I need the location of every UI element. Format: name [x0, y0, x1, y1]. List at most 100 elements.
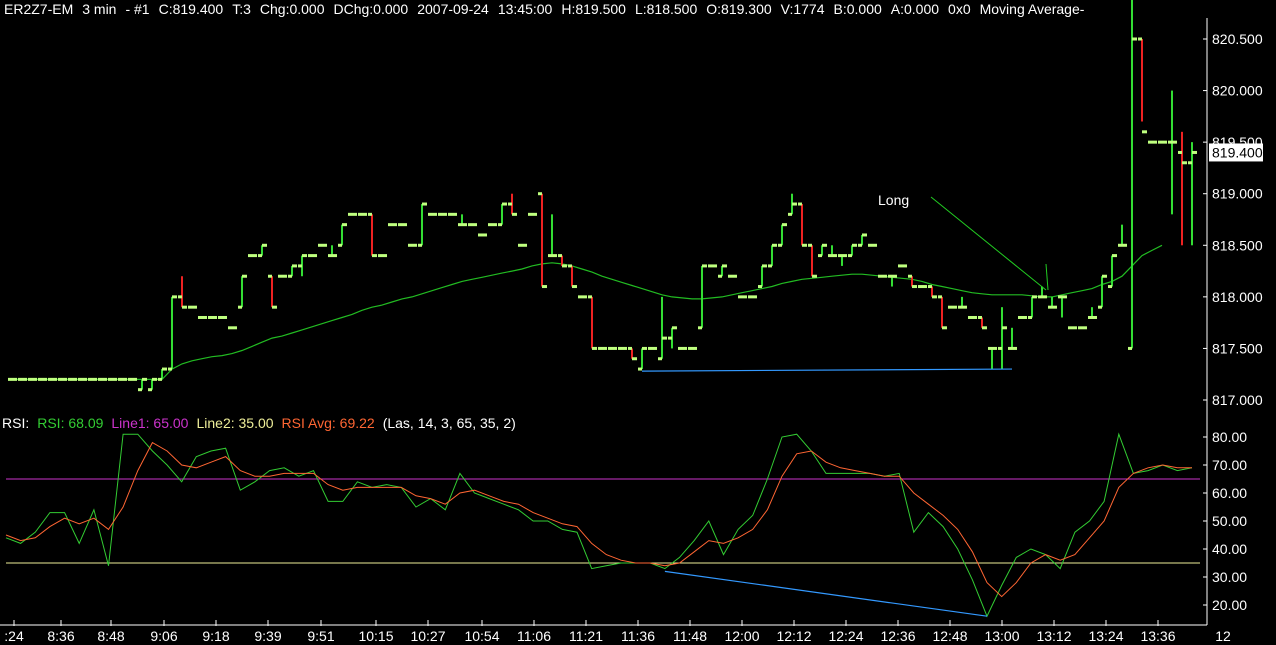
chart-canvas: 820.500820.000819.500819.000818.500818.0…	[0, 0, 1263, 644]
price-bar-close	[1022, 315, 1027, 319]
price-bar-open	[218, 315, 222, 319]
rsi-panel: 80.00 70.00 60.00 50.00 40.00 30.00 20.00	[5, 429, 1247, 618]
close-value: C:819.400	[158, 1, 224, 17]
price-bar-close	[882, 274, 887, 278]
price-bar-close	[1002, 326, 1007, 330]
rsi-tick-label: 70.00	[1212, 457, 1247, 473]
price-bar-open	[838, 254, 842, 258]
price-bar-close	[312, 254, 317, 258]
price-bar-close	[662, 336, 667, 340]
time-value: 13:45:00	[497, 1, 553, 17]
price-bar-open	[368, 212, 372, 216]
moving-average-line	[12, 244, 1163, 380]
price-bar-open	[328, 254, 332, 258]
open-value: O:819.300	[706, 1, 772, 17]
date-value: 2007-09-24	[417, 1, 489, 17]
price-bar-close	[722, 264, 727, 268]
price-bar-close	[762, 264, 767, 268]
price-bar-close	[782, 223, 787, 227]
price-bar-open	[858, 243, 862, 247]
time-tick-label: 10:15	[358, 628, 393, 644]
price-bar-close	[452, 212, 457, 216]
price-bar-close	[682, 346, 687, 350]
price-tick-label: 820.000	[1212, 83, 1263, 99]
price-bar-open	[1188, 161, 1192, 165]
price-bar-close	[32, 377, 37, 381]
price-bar-close	[972, 315, 977, 319]
price-bar-close	[1112, 254, 1117, 258]
time-tick-label: 13:00	[984, 628, 1019, 644]
price-bar-open	[258, 254, 262, 258]
price-bar-open	[1158, 140, 1162, 144]
price-bar-close	[212, 315, 217, 319]
price-bar-close	[522, 243, 527, 247]
price-bar-close	[1042, 295, 1047, 299]
price-bar-close	[92, 377, 97, 381]
price-bar-open	[398, 223, 402, 227]
time-tick-label: 12:12	[776, 628, 811, 644]
price-bar-close	[832, 254, 837, 258]
price-bar-open	[338, 243, 342, 247]
price-bar-close	[1182, 161, 1187, 165]
time-axis: :24 8:36 8:48 9:06 9:18 9:39 9:51 10:15 10:27 10:…	[0, 620, 1231, 644]
price-bar-open	[828, 254, 832, 258]
time-tick-label: 12:24	[828, 628, 863, 644]
price-bar-close	[512, 212, 517, 216]
price-bar-open	[238, 305, 242, 309]
price-bar-open	[88, 377, 92, 381]
price-bar-close	[442, 212, 447, 216]
price-bar-close	[532, 212, 537, 216]
price-bar-close	[1102, 274, 1107, 278]
price-bar-open	[488, 223, 492, 227]
price-bar-open	[918, 285, 922, 289]
price-bar-open	[548, 254, 552, 258]
price-bar-open	[8, 377, 12, 381]
price-bar-open	[288, 274, 292, 278]
price-tick-label: 818.000	[1212, 289, 1263, 305]
price-bar-close	[872, 243, 877, 247]
time-tick-label: :24	[4, 628, 24, 644]
price-bar-close	[152, 377, 157, 381]
price-bar-close	[652, 346, 657, 350]
price-bar-close	[1192, 150, 1197, 154]
price-header: ER2Z7-EM 3 min - #1 C:819.400 T:3 Chg:0.000 DC…	[4, 1, 1093, 17]
time-tick-label: 12:36	[880, 628, 915, 644]
price-bar-open	[1028, 315, 1032, 319]
price-bar-open	[198, 315, 202, 319]
price-bar-close	[1092, 315, 1097, 319]
price-bar-open	[568, 264, 572, 268]
price-bar-close	[222, 315, 227, 319]
price-bar-open	[1128, 346, 1132, 350]
price-bar-open	[818, 254, 822, 258]
price-bar-open	[128, 377, 132, 381]
price-bar-close	[702, 264, 707, 268]
price-bar-open	[1148, 140, 1152, 144]
interval: 3 min	[82, 1, 117, 17]
price-bar-close	[862, 233, 867, 237]
price-bar-close	[1032, 295, 1037, 299]
time-tick-label: 13:36	[1140, 628, 1175, 644]
price-bar-close	[742, 295, 747, 299]
price-bar-open	[268, 274, 272, 278]
price-bar-open	[1118, 243, 1122, 247]
price-bar-close	[1082, 326, 1087, 330]
price-bar-open	[438, 212, 442, 216]
price-bar-close	[612, 346, 617, 350]
time-tick-label: 13:24	[1088, 628, 1123, 644]
time-tick-label: 9:18	[202, 628, 229, 644]
price-bar-open	[158, 377, 162, 381]
price-bar-open	[928, 285, 932, 289]
long-arrow-head	[1045, 263, 1049, 291]
price-bar-open	[298, 264, 302, 268]
price-bar-close	[502, 202, 507, 206]
price-bar-close	[372, 254, 377, 258]
price-bar-close	[1072, 326, 1077, 330]
extra-value: 0x0	[948, 1, 971, 17]
price-bar-open	[808, 243, 812, 247]
price-bar-close	[302, 254, 307, 258]
price-bar-open	[448, 212, 452, 216]
price-bar-open	[798, 202, 802, 206]
time-tick-label: 9:51	[307, 628, 334, 644]
price-bar-close	[952, 305, 957, 309]
price-bar-close	[12, 377, 17, 381]
